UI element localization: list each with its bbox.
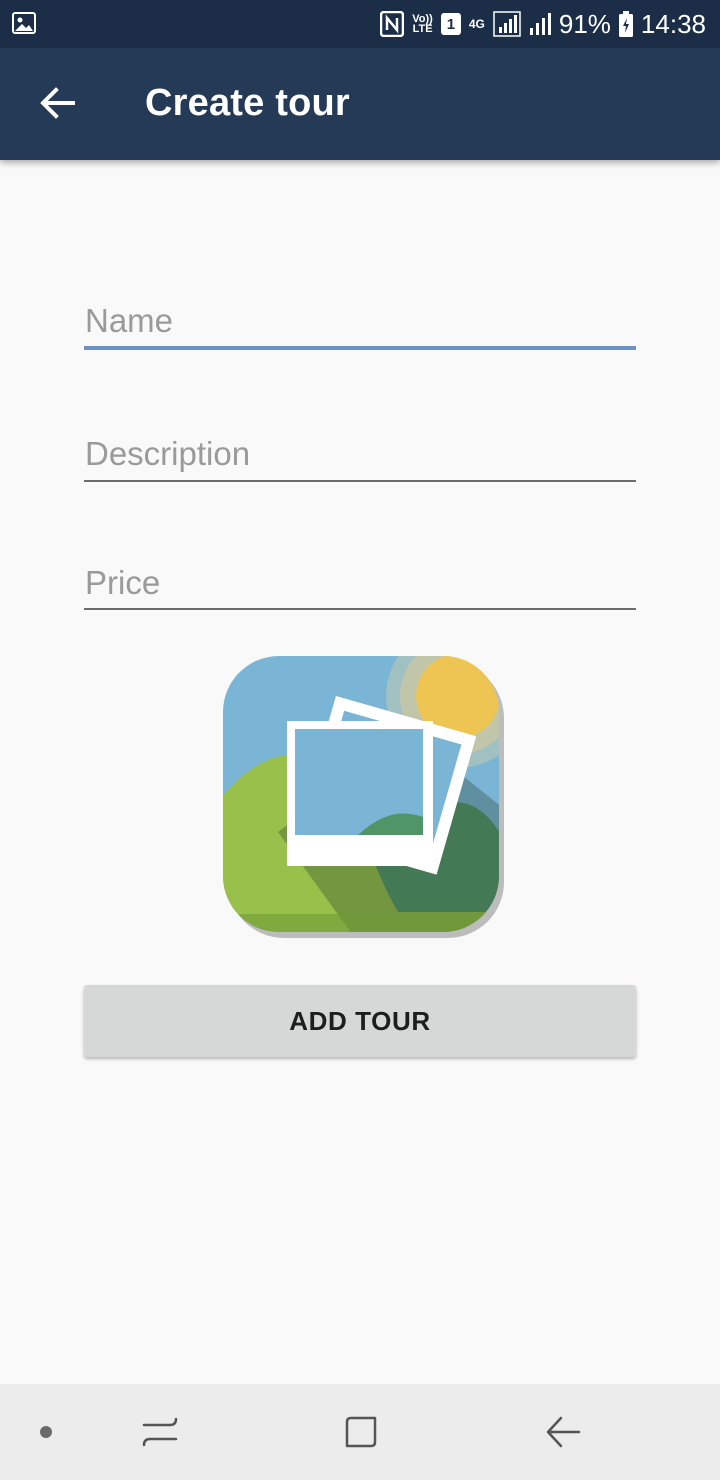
add-tour-button[interactable]: ADD TOUR [84,985,636,1057]
name-hint: Name [85,302,174,339]
sim-icon: 1 [440,13,461,35]
4g-icon: 4G [468,17,485,31]
signal-icon [529,12,551,36]
back-icon[interactable] [543,1412,583,1452]
volte-bottom-text: LTE [412,23,433,35]
gallery-placeholder-icon [223,656,504,938]
description-underline [84,480,636,482]
recents-icon[interactable] [140,1412,180,1452]
app-bar: Create tour [0,48,720,160]
battery-icon [618,11,633,37]
name-underline [84,346,636,350]
battery-percent: 91% [558,8,611,39]
nfc-icon [380,11,405,37]
description-hint: Description [85,435,251,472]
arrow-back-icon [40,87,75,119]
gallery-notification-icon [12,12,36,34]
home-icon[interactable] [341,1412,381,1452]
description-field[interactable]: Description [84,432,636,484]
price-field[interactable]: Price [84,562,636,614]
page-title: Create tour [145,82,350,124]
status-time: 14:38 [640,8,706,39]
price-underline [84,608,636,610]
dot-icon[interactable] [40,1426,52,1438]
status-bar: Vo)) LTE 1 4G 91% 14:38 [0,0,720,48]
signal-icon [493,11,521,37]
image-picker[interactable] [218,652,508,942]
price-hint: Price [85,564,161,601]
back-button[interactable] [32,78,82,128]
volte-icon: Vo)) LTE [412,14,433,35]
navigation-bar [0,1384,720,1480]
name-field[interactable]: Name [84,298,636,354]
status-icons: Vo)) LTE 1 4G 91% 14:38 [380,0,706,48]
